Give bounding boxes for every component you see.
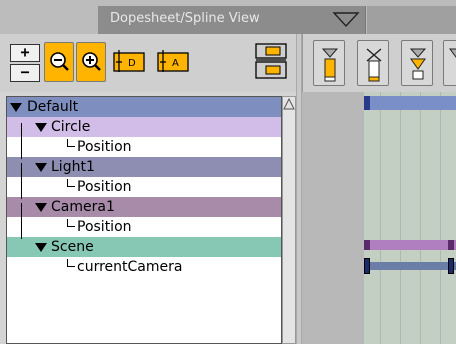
timeline-key[interactable] bbox=[448, 240, 454, 250]
timeline-track-scene-top[interactable] bbox=[364, 240, 456, 250]
timeline-range-before bbox=[302, 92, 364, 344]
timeline-key[interactable] bbox=[448, 258, 454, 274]
layout-icon bbox=[255, 43, 287, 79]
tree-item-circle-position[interactable]: Position bbox=[7, 137, 281, 157]
timeline-gridline bbox=[420, 92, 421, 344]
tree-item-scene-currentcamera[interactable]: currentCamera bbox=[7, 257, 281, 277]
dropdown-arrow-icon[interactable] bbox=[332, 11, 360, 29]
tree-item-circle[interactable]: Circle bbox=[7, 117, 281, 137]
timeline-active-range bbox=[364, 92, 456, 344]
zoom-out-button[interactable] bbox=[44, 42, 74, 82]
tree-item-label: Position bbox=[77, 219, 132, 235]
key-tool-button-4[interactable] bbox=[443, 40, 456, 86]
zoom-in-icon bbox=[82, 52, 101, 71]
tree-item-light1[interactable]: Light1 bbox=[7, 157, 281, 177]
tree-item-label: Light1 bbox=[51, 159, 95, 175]
tree-connector bbox=[67, 179, 75, 187]
key-tool-button-2[interactable] bbox=[357, 40, 389, 86]
tree-item-default[interactable]: Default bbox=[7, 97, 281, 117]
tree-connector bbox=[67, 259, 75, 267]
frame-d-button[interactable]: D bbox=[108, 42, 150, 82]
title-bar-left bbox=[0, 6, 98, 34]
tree-guide-line bbox=[21, 123, 22, 159]
zoom-out-icon bbox=[50, 52, 69, 71]
key-extra-icon bbox=[449, 48, 456, 58]
scroll-up-arrow-icon[interactable] bbox=[283, 97, 295, 111]
expand-triangle-icon[interactable] bbox=[35, 203, 47, 212]
toolbar: + − D A bbox=[0, 34, 300, 92]
key-tool-button-1[interactable] bbox=[313, 40, 345, 86]
timeline-track-scene-camera[interactable] bbox=[364, 262, 456, 270]
expand-triangle-icon[interactable] bbox=[10, 103, 22, 112]
timeline-gridline bbox=[380, 92, 381, 344]
tree-item-label: Position bbox=[77, 139, 132, 155]
key-insert-icon bbox=[409, 48, 427, 80]
fit-d-icon: D bbox=[113, 50, 145, 72]
tree-item-light1-position[interactable]: Position bbox=[7, 177, 281, 197]
key-tool-button-3[interactable] bbox=[401, 40, 433, 86]
channel-tree: Default Circle Position Light1 Position … bbox=[6, 96, 282, 344]
expand-triangle-icon[interactable] bbox=[35, 243, 47, 252]
tree-item-label: Circle bbox=[51, 119, 91, 135]
layout-button[interactable] bbox=[252, 40, 290, 84]
key-delete-icon bbox=[366, 48, 382, 82]
tree-guide-line bbox=[21, 203, 22, 239]
timeline-track-default[interactable] bbox=[364, 96, 456, 110]
tree-item-label: Position bbox=[77, 179, 132, 195]
timeline-toolbar bbox=[302, 34, 456, 92]
tree-connector bbox=[67, 219, 75, 227]
tree-item-camera1-position[interactable]: Position bbox=[7, 217, 281, 237]
zoom-in-button[interactable] bbox=[76, 42, 106, 82]
tree-guide-line bbox=[21, 163, 22, 199]
title-bar-right bbox=[367, 6, 456, 34]
tree-item-label: Camera1 bbox=[51, 199, 115, 215]
svg-text:D: D bbox=[128, 58, 136, 69]
tree-connector bbox=[67, 139, 75, 147]
collapse-all-button[interactable]: − bbox=[10, 64, 40, 82]
window-title: Dopesheet/Spline View bbox=[110, 11, 260, 26]
frame-a-button[interactable]: A bbox=[152, 42, 194, 82]
tree-item-label: Default bbox=[27, 99, 79, 115]
key-filter-icon bbox=[321, 48, 339, 82]
tree-scrollbar[interactable] bbox=[282, 96, 296, 344]
tree-item-label: currentCamera bbox=[77, 259, 183, 275]
timeline-key[interactable] bbox=[364, 258, 370, 274]
tree-item-scene[interactable]: Scene bbox=[7, 237, 281, 257]
tree-item-label: Scene bbox=[51, 239, 94, 255]
expand-triangle-icon[interactable] bbox=[35, 163, 47, 172]
expand-triangle-icon[interactable] bbox=[35, 123, 47, 132]
tree-item-camera1[interactable]: Camera1 bbox=[7, 197, 281, 217]
timeline-gridline bbox=[400, 92, 401, 344]
timeline-key[interactable] bbox=[364, 240, 370, 250]
timeline-key[interactable] bbox=[364, 96, 370, 110]
timeline-gridline bbox=[440, 92, 441, 344]
fit-a-icon: A bbox=[157, 50, 189, 72]
expand-all-button[interactable]: + bbox=[10, 44, 40, 62]
svg-text:A: A bbox=[172, 58, 179, 69]
